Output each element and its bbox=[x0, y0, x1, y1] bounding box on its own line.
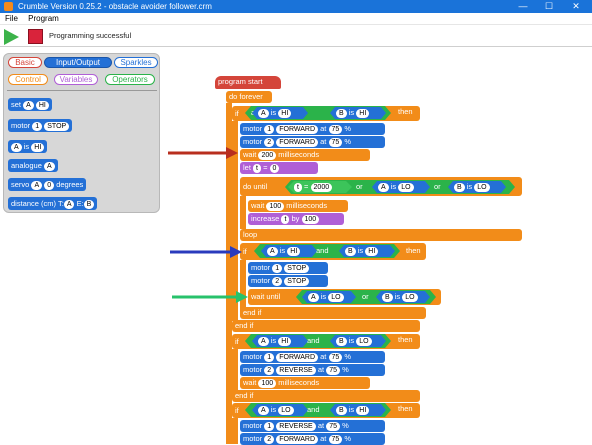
red-arrow-icon bbox=[168, 147, 238, 159]
green-arrow-icon bbox=[172, 291, 248, 303]
blue-arrow-icon bbox=[170, 246, 242, 258]
annotation-arrows bbox=[168, 147, 248, 303]
